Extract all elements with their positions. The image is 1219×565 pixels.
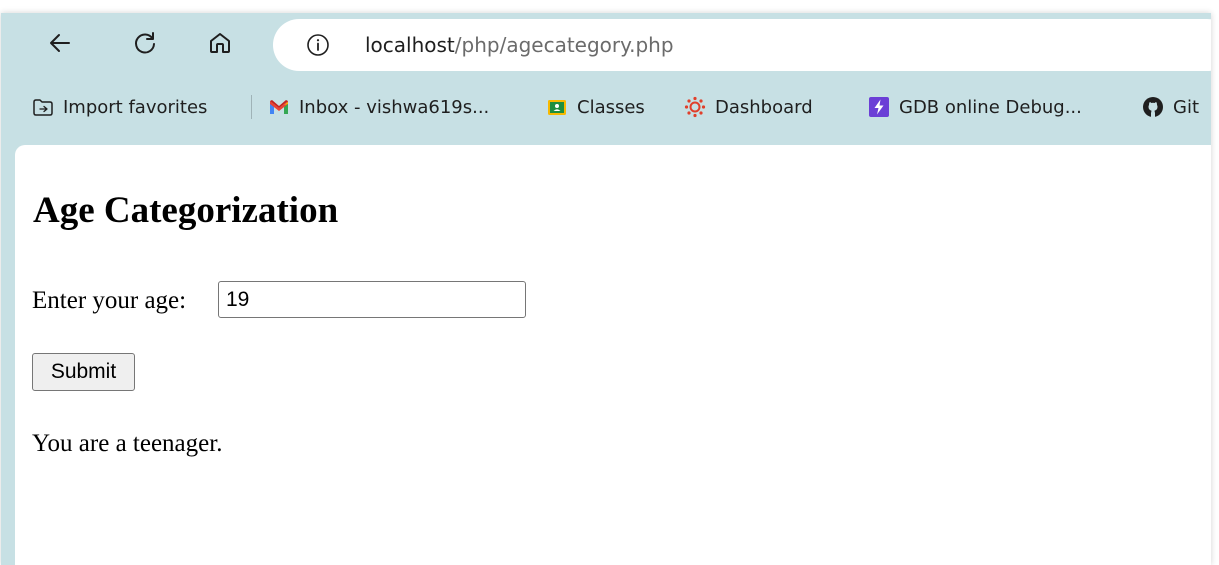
favorite-gmail-inbox[interactable]: Inbox - vishwa619s...: [268, 85, 489, 129]
favorite-dashboard-label: Dashboard: [715, 96, 813, 118]
gdb-bolt-icon: [868, 96, 890, 118]
favorite-gdb-label: GDB online Debug...: [899, 96, 1082, 118]
result-message: You are a teenager.: [32, 430, 223, 457]
age-label: Enter your age:: [32, 287, 187, 314]
address-bar[interactable]: localhost/php/agecategory.php: [273, 19, 1211, 71]
info-icon[interactable]: [305, 32, 331, 58]
back-arrow-icon: [50, 34, 70, 52]
url-text[interactable]: localhost/php/agecategory.php: [365, 19, 674, 71]
url-path: /php/agecategory.php: [454, 33, 674, 57]
google-classroom-icon: [546, 96, 568, 118]
favorite-import-label: Import favorites: [63, 96, 208, 118]
import-favorites-icon: [32, 96, 54, 118]
home-button[interactable]: [200, 23, 240, 63]
web-page-content: Age Categorization Enter your age: Submi…: [15, 145, 1211, 565]
favorite-import[interactable]: Import favorites: [32, 85, 207, 129]
gmail-icon: [268, 96, 290, 118]
favorite-classes-label: Classes: [577, 96, 645, 118]
favorites-separator: [251, 95, 252, 119]
back-button[interactable]: [40, 23, 80, 63]
screenshot-frame: localhost/php/agecategory.php Import fav…: [0, 0, 1219, 565]
home-icon: [210, 33, 230, 53]
favorite-github[interactable]: Git: [1142, 85, 1199, 129]
github-icon: [1142, 96, 1164, 118]
submit-button[interactable]: Submit: [32, 353, 135, 391]
browser-toolbar: localhost/php/agecategory.php: [1, 13, 1211, 77]
url-host: localhost: [365, 33, 455, 57]
favorite-gmail-label: Inbox - vishwa619s...: [299, 96, 490, 118]
favorite-classes[interactable]: Classes: [546, 85, 645, 129]
refresh-button[interactable]: [125, 23, 165, 63]
browser-window: localhost/php/agecategory.php Import fav…: [1, 13, 1211, 565]
age-input[interactable]: [218, 281, 526, 318]
refresh-icon: [135, 32, 155, 54]
canvas-dashboard-icon: [684, 96, 706, 118]
favorites-bar: Import favorites Inbox - vishwa619s... C…: [1, 85, 1211, 129]
page-title: Age Categorization: [33, 190, 339, 231]
favorite-dashboard[interactable]: Dashboard: [684, 85, 813, 129]
favorite-github-label: Git: [1173, 96, 1200, 118]
favorite-gdb[interactable]: GDB online Debug...: [868, 85, 1082, 129]
